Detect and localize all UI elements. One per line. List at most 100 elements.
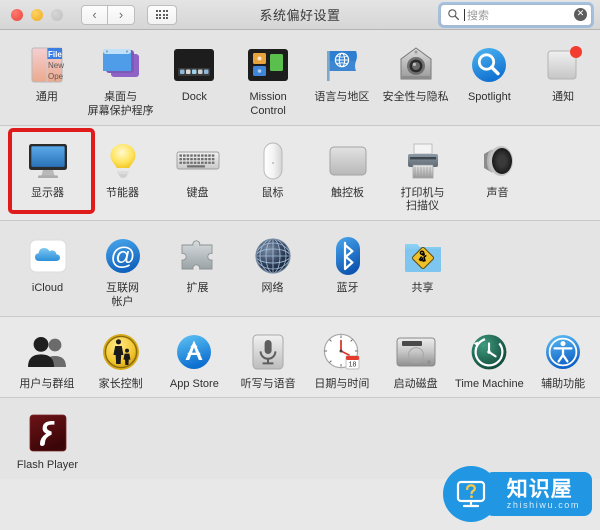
forward-button[interactable]: › — [108, 4, 135, 25]
pref-pane-extensions-puzzle[interactable]: 扩展 — [160, 230, 235, 316]
pref-pane-startup-disk[interactable]: 启动磁盘 — [379, 326, 453, 398]
notifications-icon — [541, 43, 585, 87]
pref-pane-dock[interactable]: Dock — [158, 39, 232, 125]
pref-pane-icloud[interactable]: iCloud — [10, 230, 85, 316]
preference-row-row-personal: File New Ope 通用 桌面与 屏幕保护程序 Dock Mission … — [0, 30, 600, 126]
preference-row-items: File New Ope 通用 桌面与 屏幕保护程序 Dock Mission … — [0, 39, 600, 125]
preference-row-items: 显示器 节能器 键盘 鼠标 触控板 打印机与 扫描仪 声音 — [0, 127, 600, 221]
clear-search-icon[interactable]: ✕ — [574, 8, 587, 21]
text-cursor — [464, 8, 465, 21]
pref-pane-label: 蓝牙 — [336, 282, 359, 294]
pref-pane-label: 启动磁盘 — [393, 377, 438, 390]
dock-icon — [172, 43, 216, 87]
grid-dots-icon — [155, 9, 169, 20]
pref-pane-flash-player[interactable]: Flash Player — [10, 407, 85, 479]
extensions-puzzle-icon — [176, 234, 220, 278]
show-all-button[interactable] — [147, 4, 177, 25]
pref-pane-language-region-flag[interactable]: 语言与地区 — [305, 39, 379, 125]
spotlight-magnifier-icon — [467, 43, 511, 87]
search-field[interactable]: 搜索 ✕ — [440, 3, 592, 26]
navigation-buttons: ‹ › — [81, 4, 135, 25]
pref-pane-label: 家长控制 — [98, 377, 143, 390]
pref-pane-label: 共享 — [411, 282, 434, 294]
pref-pane-bluetooth[interactable]: 蓝牙 — [310, 230, 385, 316]
preference-row-row-system: 用户与群组 家长控制 App Store 听写与语音 18 日期与时间 启动磁盘… — [0, 316, 600, 399]
pref-pane-users-groups[interactable]: 用户与群组 — [10, 326, 84, 398]
system-preferences-window: ‹ › 系统偏好设置 搜索 ✕ File New Ope 通用 桌面与 屏幕保护… — [0, 0, 600, 530]
language-region-flag-icon — [320, 43, 364, 87]
pref-pane-mouse[interactable]: 鼠标 — [235, 135, 310, 221]
pref-pane-mission-control[interactable]: Mission Control — [231, 39, 305, 125]
security-privacy-house-icon — [394, 43, 438, 87]
svg-text:File: File — [48, 50, 62, 59]
close-button[interactable] — [11, 8, 23, 21]
pref-pane-displays-monitor[interactable]: 显示器 — [8, 127, 95, 221]
pref-pane-desktop-screensaver[interactable]: 桌面与 屏幕保护程序 — [84, 39, 158, 125]
network-globe-icon — [251, 234, 295, 278]
sound-speaker-icon — [476, 139, 520, 183]
pref-pane-energy-saver-bulb[interactable]: 节能器 — [85, 135, 160, 221]
pref-pane-label: 辅助功能 — [541, 377, 586, 390]
pref-pane-app-store[interactable]: App Store — [158, 326, 232, 398]
pref-pane-printers-scanners[interactable]: 打印机与 扫描仪 — [385, 135, 460, 221]
svg-text:New: New — [48, 61, 64, 70]
svg-text:@: @ — [110, 243, 135, 271]
pref-pane-general-file[interactable]: File New Ope 通用 — [10, 39, 84, 125]
preference-row-row-hardware: 显示器 节能器 键盘 鼠标 触控板 打印机与 扫描仪 声音 — [0, 125, 600, 221]
trackpad-icon — [326, 139, 370, 183]
pref-pane-label: 网络 — [261, 282, 284, 294]
pref-pane-label: 触控板 — [331, 186, 364, 199]
pref-pane-keyboard[interactable]: 键盘 — [160, 135, 235, 221]
search-input[interactable]: 搜索 — [467, 7, 574, 23]
pref-pane-sound-speaker[interactable]: 声音 — [460, 135, 535, 221]
pref-pane-label: 扩展 — [186, 282, 209, 294]
pref-pane-security-privacy-house[interactable]: 安全性与隐私 — [379, 39, 453, 125]
search-icon — [448, 9, 460, 21]
pref-pane-spotlight-magnifier[interactable]: Spotlight — [453, 39, 527, 125]
watermark-brand: 知识屋 — [506, 476, 573, 501]
app-store-icon — [172, 330, 216, 374]
pref-pane-trackpad[interactable]: 触控板 — [310, 135, 385, 221]
pref-pane-notifications[interactable]: 通知 — [526, 39, 600, 125]
pref-pane-label: 通知 — [552, 91, 575, 103]
pref-pane-label: 日期与时间 — [314, 377, 370, 390]
icloud-icon — [26, 234, 70, 278]
pref-pane-sharing-folder[interactable]: 共享 — [385, 230, 460, 316]
internet-accounts-at-icon: @ — [101, 234, 145, 278]
pref-pane-internet-accounts-at[interactable]: @ 互联网 帐户 — [85, 230, 160, 316]
desktop-screensaver-icon — [99, 43, 143, 87]
pref-pane-date-time-clock[interactable]: 18 日期与时间 — [305, 326, 379, 398]
parental-controls-icon — [99, 330, 143, 374]
pref-pane-label: 声音 — [486, 186, 509, 199]
users-groups-icon — [25, 330, 69, 374]
watermark-badge-circle — [442, 466, 499, 522]
svg-text:Ope: Ope — [48, 72, 64, 81]
minimize-button[interactable] — [31, 8, 43, 21]
pref-pane-label: 键盘 — [186, 186, 209, 199]
printers-scanners-icon — [401, 139, 445, 183]
flash-player-icon — [26, 411, 70, 455]
pref-pane-time-machine[interactable]: Time Machine — [453, 326, 527, 398]
preferences-grid: File New Ope 通用 桌面与 屏幕保护程序 Dock Mission … — [0, 30, 600, 530]
traffic-light-buttons — [11, 8, 63, 21]
pref-pane-label: 鼠标 — [261, 186, 284, 199]
accessibility-icon — [541, 330, 585, 374]
pref-pane-label: App Store — [169, 377, 219, 390]
pref-pane-label: 显示器 — [31, 186, 64, 199]
pref-pane-label: Spotlight — [467, 91, 511, 103]
pref-pane-network-globe[interactable]: 网络 — [235, 230, 310, 316]
dictation-speech-mic-icon — [246, 330, 290, 374]
pref-pane-dictation-speech-mic[interactable]: 听写与语音 — [231, 326, 305, 398]
window-titlebar: ‹ › 系统偏好设置 搜索 ✕ — [0, 0, 600, 30]
pref-pane-label: 语言与地区 — [314, 91, 370, 103]
mission-control-icon — [246, 43, 290, 87]
pref-pane-parental-controls[interactable]: 家长控制 — [84, 326, 158, 398]
pref-pane-label: 听写与语音 — [240, 377, 296, 390]
energy-saver-bulb-icon — [101, 139, 145, 183]
pref-pane-accessibility[interactable]: 辅助功能 — [526, 326, 600, 398]
monitor-question-icon — [456, 480, 485, 508]
pref-pane-label: 打印机与 扫描仪 — [400, 186, 445, 213]
back-button[interactable]: ‹ — [81, 4, 108, 25]
pref-pane-label: 用户与群组 — [19, 377, 75, 390]
pref-pane-label: 安全性与隐私 — [382, 91, 449, 103]
